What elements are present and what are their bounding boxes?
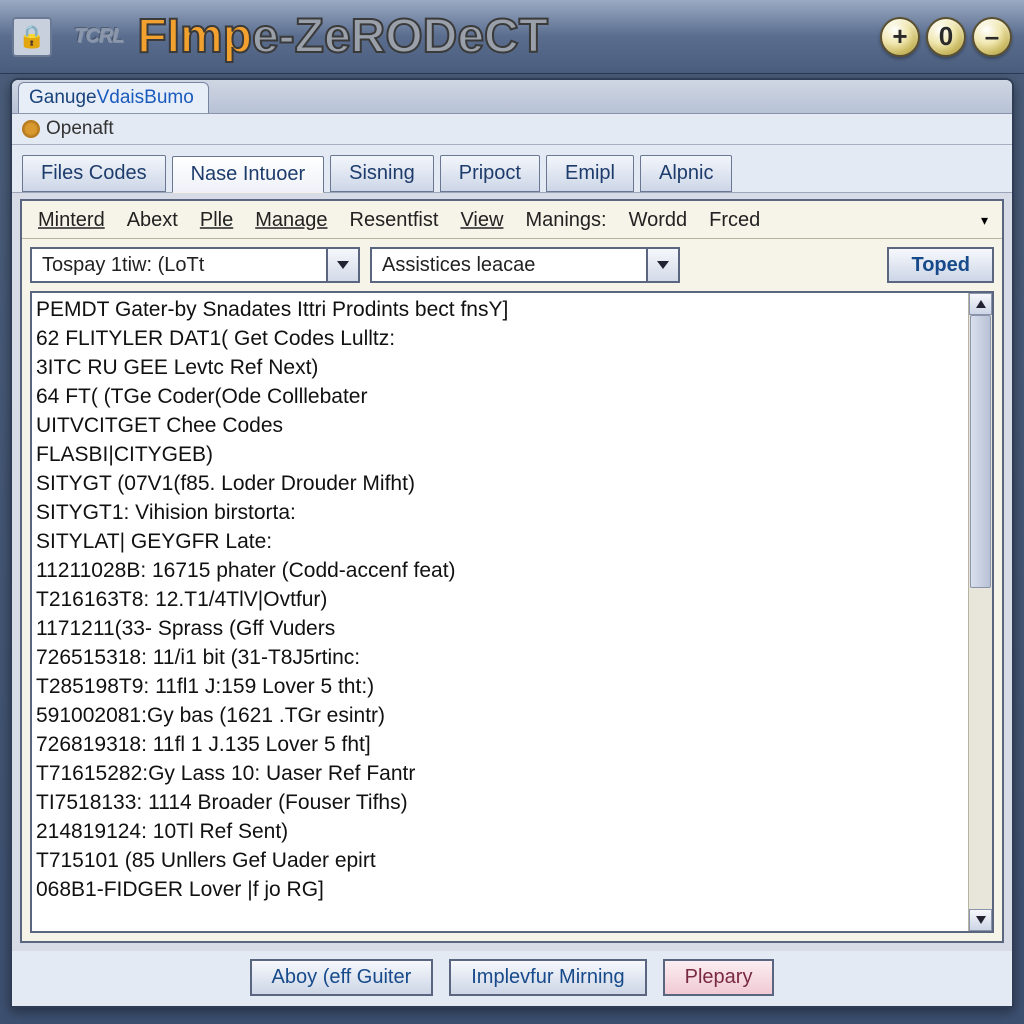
- tab-nase-intuoer[interactable]: Nase Intuoer: [172, 156, 325, 193]
- list-item[interactable]: 068B1-FIDGER Lover |f jo RG]: [36, 875, 964, 904]
- scroll-thumb[interactable]: [970, 315, 991, 588]
- minus-button[interactable]: –: [972, 17, 1012, 57]
- lock-icon: 🔒: [12, 17, 52, 57]
- menu-minterd[interactable]: Minterd: [30, 207, 113, 234]
- list-item[interactable]: 64 FT( (TGe Coder(Ode Colllebater: [36, 382, 964, 411]
- combo-assistices[interactable]: Assistices leacae: [370, 247, 680, 283]
- list-item[interactable]: 214819124: 10Tl Ref Sent): [36, 817, 964, 846]
- menubar: Minterd Abext Plle Manage Resentfist Vie…: [22, 201, 1002, 239]
- list-item[interactable]: SITYGT1: Vihision birstorta:: [36, 498, 964, 527]
- combo-assistices-text: Assistices leacae: [372, 254, 545, 277]
- title-seg-2: e-ZeRODeCT: [252, 10, 548, 63]
- tab-strip: Files Codes Nase Intuoer Sisning Pripoct…: [12, 145, 1012, 193]
- list-item[interactable]: 3ITC RU GEE Levtc Ref Next): [36, 353, 964, 382]
- window-tab-post: Bumo: [144, 87, 194, 109]
- app-title: FImpe-ZeRODeCT: [137, 9, 548, 64]
- list-item[interactable]: T715101 (85 Unllers Gef Uader epirt: [36, 846, 964, 875]
- menu-view[interactable]: View: [452, 207, 511, 234]
- list-item[interactable]: TI7518133: 1114 Broader (Fouser Tifhs): [36, 788, 964, 817]
- zero-button[interactable]: 0: [926, 17, 966, 57]
- menu-manings[interactable]: Manings:: [517, 207, 614, 234]
- scroll-track[interactable]: [969, 315, 992, 909]
- list-item[interactable]: PEMDT Gater-by Snadates Ittri Prodints b…: [36, 295, 964, 324]
- tab-sisning[interactable]: Sisning: [330, 155, 434, 192]
- list-item[interactable]: T285198T9: 11fl1 J:159 Lover 5 tht:): [36, 672, 964, 701]
- plepary-button[interactable]: Plepary: [663, 959, 775, 996]
- title-seg-1: FImp: [137, 10, 252, 63]
- main-window: Ganuge Vdais Bumo Openaft Files Codes Na…: [10, 78, 1014, 1008]
- window-tab-pre: Ganuge: [29, 87, 97, 109]
- content-panel: Minterd Abext Plle Manage Resentfist Vie…: [20, 199, 1004, 943]
- window-tab-row: Ganuge Vdais Bumo: [12, 80, 1012, 114]
- chevron-down-icon[interactable]: [326, 249, 358, 281]
- window-tab-mid: Vdais: [97, 87, 145, 109]
- menu-plle[interactable]: Plle: [192, 207, 241, 234]
- list-item[interactable]: 726515318: 11/i1 bit (31-T8J5rtinc:: [36, 643, 964, 672]
- list-item[interactable]: T71615282:Gy Lass 10: Uaser Ref Fantr: [36, 759, 964, 788]
- menu-frced[interactable]: Frced: [701, 207, 768, 234]
- menu-resentfist[interactable]: Resentfist: [342, 207, 447, 234]
- toolbar: Tospay 1tiw: (LoTt Assistices leacae Top…: [22, 239, 1002, 291]
- window-subtitle: Openaft: [46, 118, 114, 140]
- aboy-button[interactable]: Aboy (eff Guiter: [250, 959, 434, 996]
- list-item[interactable]: T216163T8: 12.T1/4TlV|Ovtfur): [36, 585, 964, 614]
- list-container: PEMDT Gater-by Snadates Ittri Prodints b…: [30, 291, 994, 933]
- gear-icon: [22, 120, 40, 138]
- menu-manage[interactable]: Manage: [247, 207, 335, 234]
- titlebar: 🔒 TCRL FImpe-ZeRODeCT + 0 –: [0, 0, 1024, 74]
- plus-button[interactable]: +: [880, 17, 920, 57]
- combo-tospay-text: Tospay 1tiw: (LoTt: [32, 254, 214, 277]
- list-item[interactable]: SITYGT (07V1(f85. Loder Drouder Mifht): [36, 469, 964, 498]
- list-item[interactable]: 11211028B: 16715 phater (Codd-accenf fea…: [36, 556, 964, 585]
- list-item[interactable]: SITYLAT| GEYGFR Late:: [36, 527, 964, 556]
- tab-emipl[interactable]: Emipl: [546, 155, 634, 192]
- titlebar-controls: + 0 –: [880, 17, 1012, 57]
- list-item[interactable]: 1171211(33- Sprass (Gff Vuders: [36, 614, 964, 643]
- list-item[interactable]: UITVCITGET Chee Codes: [36, 411, 964, 440]
- tab-files-codes[interactable]: Files Codes: [22, 155, 166, 192]
- scroll-down-button[interactable]: [969, 909, 992, 931]
- list-item[interactable]: FLASBI|CITYGEB): [36, 440, 964, 469]
- menu-wordd[interactable]: Wordd: [621, 207, 696, 234]
- scroll-up-button[interactable]: [969, 293, 992, 315]
- window-tab[interactable]: Ganuge Vdais Bumo: [18, 82, 209, 113]
- list-item[interactable]: 726819318: 11fl 1 J.135 Lover 5 fht]: [36, 730, 964, 759]
- scrollbar: [968, 293, 992, 931]
- footer: Aboy (eff Guiter Implevfur Mirning Plepa…: [12, 951, 1012, 1006]
- list-item[interactable]: 591002081:Gy bas (1621 .TGr esintr): [36, 701, 964, 730]
- menu-overflow-icon[interactable]: ▾: [975, 210, 994, 231]
- list-item[interactable]: 62 FLITYLER DAT1( Get Codes Lulltz:: [36, 324, 964, 353]
- code-list[interactable]: PEMDT Gater-by Snadates Ittri Prodints b…: [32, 293, 968, 931]
- combo-tospay[interactable]: Tospay 1tiw: (LoTt: [30, 247, 360, 283]
- menu-abext[interactable]: Abext: [119, 207, 186, 234]
- tab-pripoct[interactable]: Pripoct: [440, 155, 540, 192]
- toped-button[interactable]: Toped: [887, 247, 994, 283]
- window-subtitle-row: Openaft: [12, 114, 1012, 145]
- title-emblem: TCRL: [60, 23, 137, 50]
- tab-alpnic[interactable]: Alpnic: [640, 155, 732, 192]
- chevron-down-icon[interactable]: [646, 249, 678, 281]
- imple-button[interactable]: Implevfur Mirning: [449, 959, 646, 996]
